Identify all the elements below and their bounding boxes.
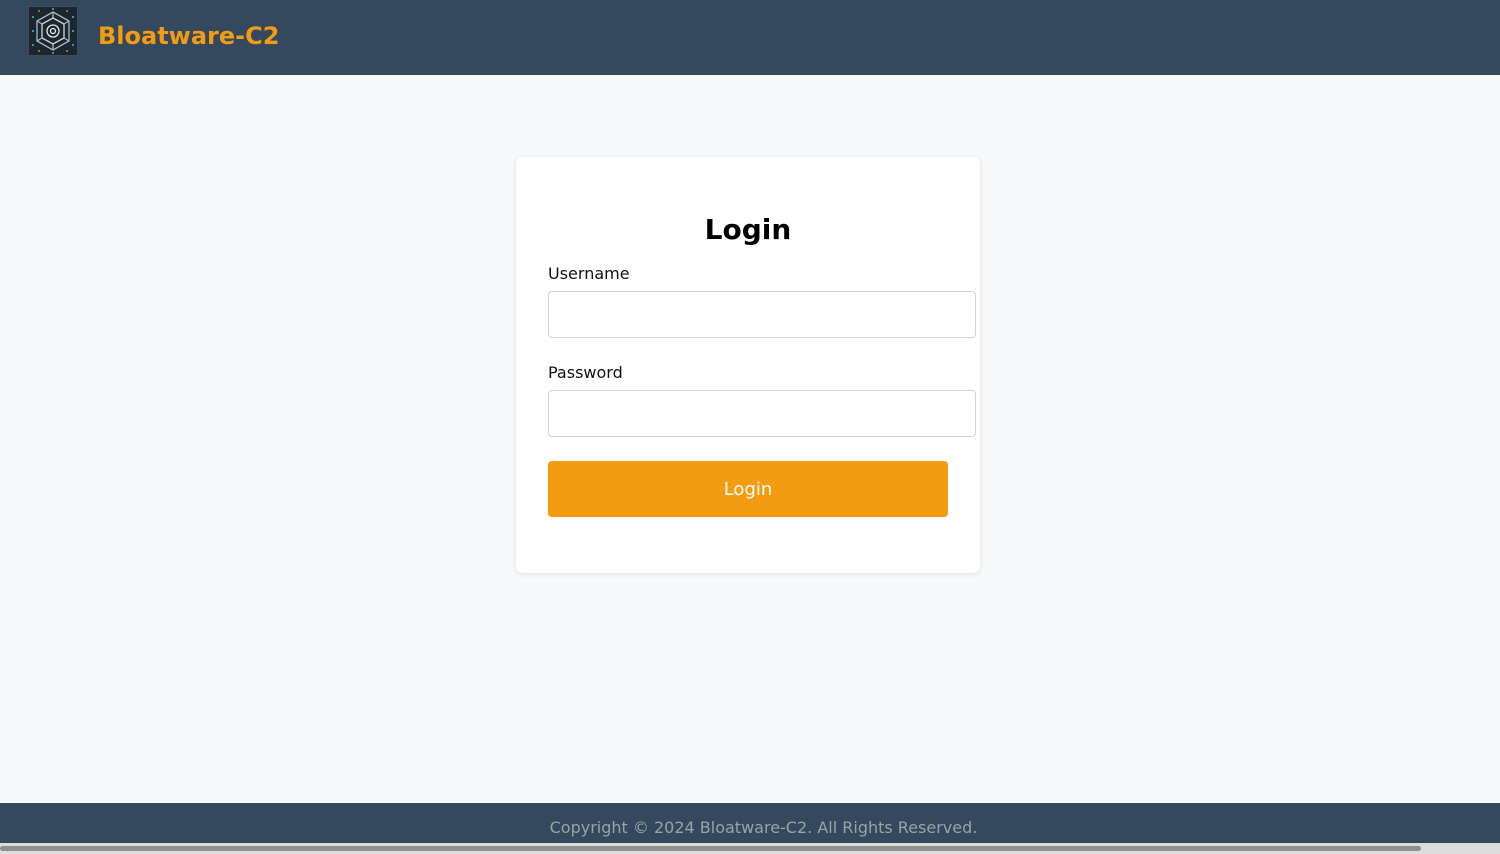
login-button[interactable]: Login — [548, 461, 948, 517]
username-label: Username — [548, 264, 630, 283]
password-label: Password — [548, 363, 623, 382]
hexagon-network-logo-icon[interactable] — [28, 6, 78, 56]
username-input[interactable] — [548, 291, 976, 338]
login-title: Login — [704, 213, 792, 246]
password-input[interactable] — [548, 390, 976, 437]
copyright-text: Copyright © 2024 Bloatware-C2. All Right… — [549, 818, 978, 837]
brand-name[interactable]: Bloatware-C2 — [98, 20, 279, 52]
scrollbar-thumb[interactable] — [0, 846, 1421, 851]
